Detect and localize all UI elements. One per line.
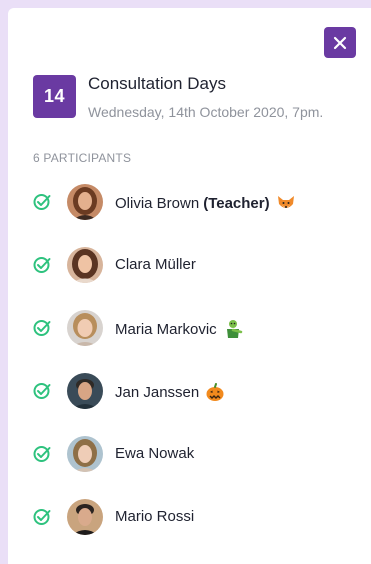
check-circle-icon (33, 194, 51, 210)
participant-name: Olivia Brown (Teacher) (115, 193, 296, 213)
check-circle-icon (33, 257, 51, 273)
close-button[interactable] (324, 27, 356, 58)
participant-row[interactable]: Jan Janssen (8, 370, 371, 433)
avatar (67, 184, 103, 220)
event-details-card: 14 Consultation Days Wednesday, 14th Oct… (8, 8, 371, 564)
avatar (67, 436, 103, 472)
participant-name-text: Clara Müller (115, 256, 196, 273)
participant-name: Jan Janssen (115, 382, 225, 402)
participant-row[interactable]: Mario Rossi (8, 496, 371, 559)
participants-count-heading: 6 PARTICIPANTS (33, 151, 132, 165)
check-circle-icon (33, 383, 51, 399)
participant-name: Clara Müller (115, 256, 196, 273)
participant-name-text: Mario Rossi (115, 508, 195, 525)
participant-name-text: Maria Markovic (115, 320, 217, 338)
check-circle-icon (33, 446, 51, 462)
participants-list: Olivia Brown (Teacher) Clara Müller Mari… (8, 181, 371, 559)
avatar (67, 373, 103, 409)
participant-name-text: Ewa Nowak (115, 445, 195, 462)
event-datetime: Wednesday, 14th October 2020, 7pm. (88, 104, 324, 120)
pumpkin-icon (205, 382, 225, 402)
participant-row[interactable]: Maria Markovic (8, 307, 371, 370)
avatar (67, 499, 103, 535)
check-circle-icon (33, 320, 51, 336)
participant-name: Maria Markovic (115, 319, 243, 339)
participant-row[interactable]: Olivia Brown (Teacher) (8, 181, 371, 244)
participant-row[interactable]: Clara Müller (8, 244, 371, 307)
participant-name-text: Olivia Brown (115, 194, 200, 212)
participant-name: Mario Rossi (115, 508, 194, 525)
fox-icon (276, 193, 296, 213)
participant-row[interactable]: Ewa Nowak (8, 433, 371, 496)
participant-role: (Teacher) (203, 194, 270, 212)
close-icon (333, 36, 347, 49)
zombie-icon (223, 319, 243, 339)
check-circle-icon (33, 509, 51, 525)
event-title: Consultation Days (88, 74, 226, 93)
participant-name: Ewa Nowak (115, 445, 194, 462)
participant-name-text: Jan Janssen (115, 383, 200, 401)
date-badge: 14 (33, 75, 76, 118)
avatar (67, 247, 103, 283)
avatar (67, 310, 103, 346)
